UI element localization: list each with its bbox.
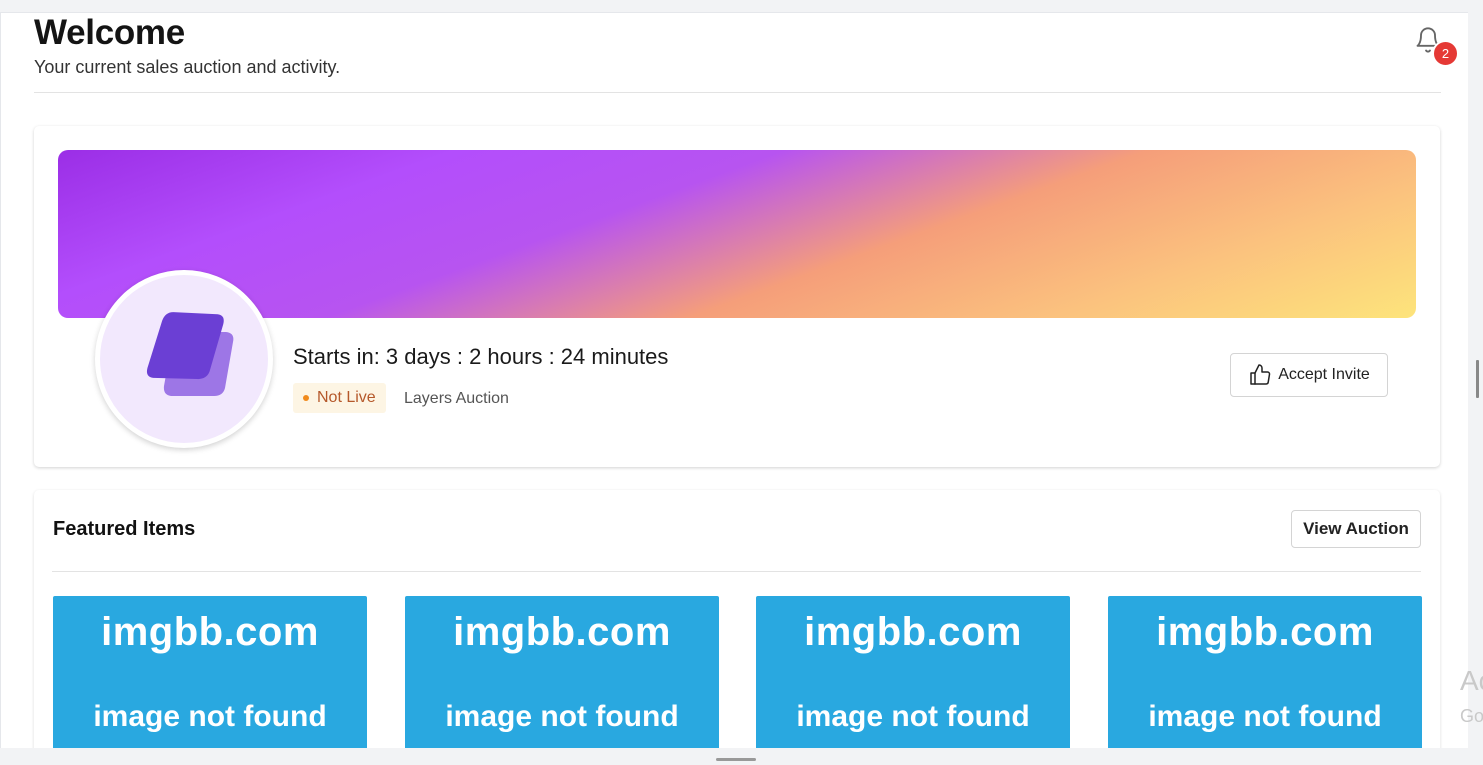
- page-title: Welcome: [34, 13, 185, 52]
- auction-card: Starts in: 3 days : 2 hours : 24 minutes…: [34, 126, 1440, 467]
- status-label: Not Live: [317, 389, 376, 406]
- item-placeholder-text: image not found: [445, 700, 679, 733]
- item-placeholder-text: image not found: [796, 700, 1030, 733]
- item-placeholder-site: imgbb.com: [1156, 610, 1374, 654]
- view-auction-button[interactable]: View Auction: [1291, 510, 1421, 548]
- thumbs-up-icon: [1250, 364, 1271, 385]
- auction-name: Layers Auction: [404, 390, 509, 407]
- bottom-bar: [0, 748, 1483, 765]
- auction-banner: [58, 150, 1416, 318]
- auction-countdown: Starts in: 3 days : 2 hours : 24 minutes: [293, 344, 669, 369]
- featured-item-2[interactable]: imgbb.com image not found: [405, 596, 719, 748]
- item-placeholder-site: imgbb.com: [453, 610, 671, 654]
- auction-avatar: [95, 270, 273, 448]
- featured-items-title: Featured Items: [53, 518, 196, 540]
- featured-item-1[interactable]: imgbb.com image not found: [53, 596, 367, 748]
- page-subtitle: Your current sales auction and activity.: [34, 57, 341, 77]
- layers-logo-icon: [146, 312, 234, 396]
- header-divider: [34, 92, 1441, 93]
- featured-item-3[interactable]: imgbb.com image not found: [756, 596, 1070, 748]
- accept-invite-label: Accept Invite: [1278, 366, 1370, 383]
- item-placeholder-site: imgbb.com: [804, 610, 1022, 654]
- item-placeholder-text: image not found: [93, 700, 327, 733]
- vertical-scrollbar[interactable]: [1476, 360, 1479, 398]
- activation-watermark-sub: Go: [1460, 706, 1483, 726]
- featured-item-4[interactable]: imgbb.com image not found: [1108, 596, 1422, 748]
- featured-items-card: Featured Items View Auction imgbb.com im…: [34, 490, 1440, 748]
- item-placeholder-site: imgbb.com: [101, 610, 319, 654]
- resize-handle[interactable]: [716, 758, 756, 761]
- accept-invite-button[interactable]: Accept Invite: [1230, 353, 1388, 397]
- item-placeholder-text: image not found: [1148, 700, 1382, 733]
- activation-watermark: Ac: [1460, 665, 1483, 696]
- status-badge: Not Live: [293, 383, 386, 413]
- notification-count-badge: 2: [1432, 40, 1459, 67]
- status-dot-icon: [303, 395, 309, 401]
- featured-divider: [52, 571, 1421, 572]
- main-content: Welcome Your current sales auction and a…: [0, 12, 1468, 748]
